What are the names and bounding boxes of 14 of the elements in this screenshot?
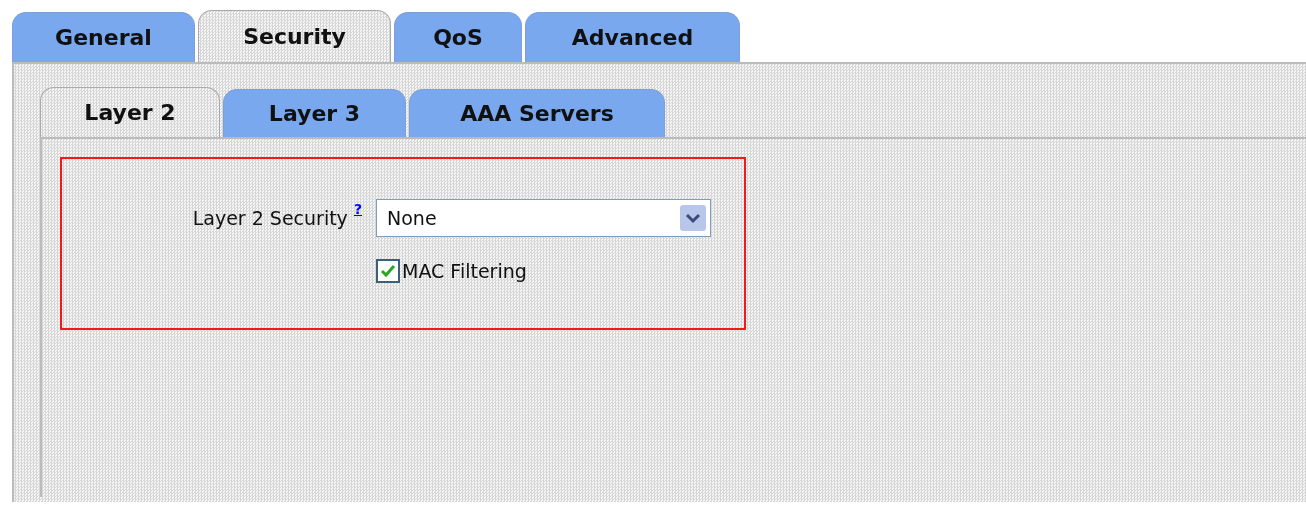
- tab[interactable]: General: [12, 12, 195, 62]
- tab[interactable]: Security: [198, 10, 391, 62]
- tab[interactable]: QoS: [394, 12, 522, 62]
- tab[interactable]: AAA Servers: [409, 89, 665, 137]
- security-select[interactable]: None: [376, 199, 711, 237]
- check-icon: [380, 264, 396, 278]
- caret-icon: [680, 205, 706, 231]
- checkbox-label: MAC Filtering: [402, 260, 527, 282]
- tab[interactable]: Layer 3: [223, 89, 406, 137]
- tab[interactable]: Advanced: [525, 12, 740, 62]
- help-link[interactable]: ?: [353, 201, 362, 217]
- checkbox[interactable]: [376, 259, 400, 283]
- field-label: Layer 2 Security: [192, 207, 348, 229]
- tab[interactable]: Layer 2: [40, 87, 220, 137]
